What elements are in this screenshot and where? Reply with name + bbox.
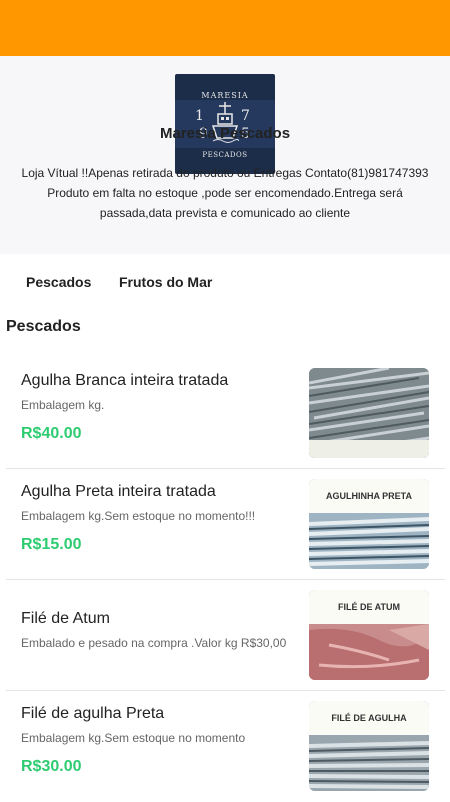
product-item[interactable]: Filé de Atum Embalado e pesado na compra… [6, 580, 445, 691]
product-name: Agulha Preta inteira tratada [21, 483, 216, 500]
tab-pescados[interactable]: Pescados [26, 274, 91, 290]
product-item[interactable]: Filé de agulha Preta Embalagem kg.Sem es… [6, 691, 445, 802]
product-image: FILÉ DE ATUM [309, 590, 429, 680]
product-item[interactable]: Agulha Preta inteira tratada Embalagem k… [6, 469, 445, 580]
product-description: Embalagem kg.Sem estoque no momento [21, 731, 246, 745]
logo-number-2: 7 [241, 108, 250, 124]
store-logo: MARESIA 1 7 9 5 PESCADOS [175, 74, 275, 174]
product-description: Embalagem kg.Sem estoque no momento!!! [21, 509, 256, 523]
top-bar [0, 0, 450, 56]
product-image: FILÉ DE AGULHA [309, 701, 429, 791]
store-description: Loja Vítual !!Apenas retirada do produto… [21, 166, 429, 220]
store-name: Maresia Pescados [159, 125, 291, 142]
product-name: Filé de Atum [21, 610, 110, 627]
product-description: Embalagem kg. [21, 398, 105, 412]
product-image-label: AGULHINHA PRETA [309, 479, 429, 513]
section-title: Pescados [6, 318, 81, 335]
fish-pile-image [309, 368, 429, 458]
category-tabs: Pescados Frutos do Mar [0, 274, 450, 294]
product-image [309, 368, 429, 458]
logo-bottom-text: PESCADOS [202, 151, 248, 159]
product-price: R$15.00 [21, 536, 82, 553]
product-name: Filé de agulha Preta [21, 705, 165, 722]
product-description: Embalado e pesado na compra .Valor kg R$… [21, 636, 287, 650]
tab-frutos-do-mar[interactable]: Frutos do Mar [119, 274, 212, 290]
store-header: MARESIA 1 7 9 5 PESCADOS Maresia Pescado… [0, 56, 450, 254]
product-image: AGULHINHA PRETA [309, 479, 429, 569]
product-price: R$30.00 [21, 758, 82, 775]
logo-number-1: 1 [195, 108, 204, 124]
product-image-label: FILÉ DE ATUM [309, 590, 429, 624]
product-image-label: FILÉ DE AGULHA [309, 701, 429, 735]
product-item[interactable]: Agulha Branca inteira tratada Embalagem … [6, 358, 445, 469]
product-price: R$40.00 [21, 425, 82, 442]
product-name: Agulha Branca inteira tratada [21, 372, 229, 389]
logo-top-text: MARESIA [201, 91, 249, 100]
